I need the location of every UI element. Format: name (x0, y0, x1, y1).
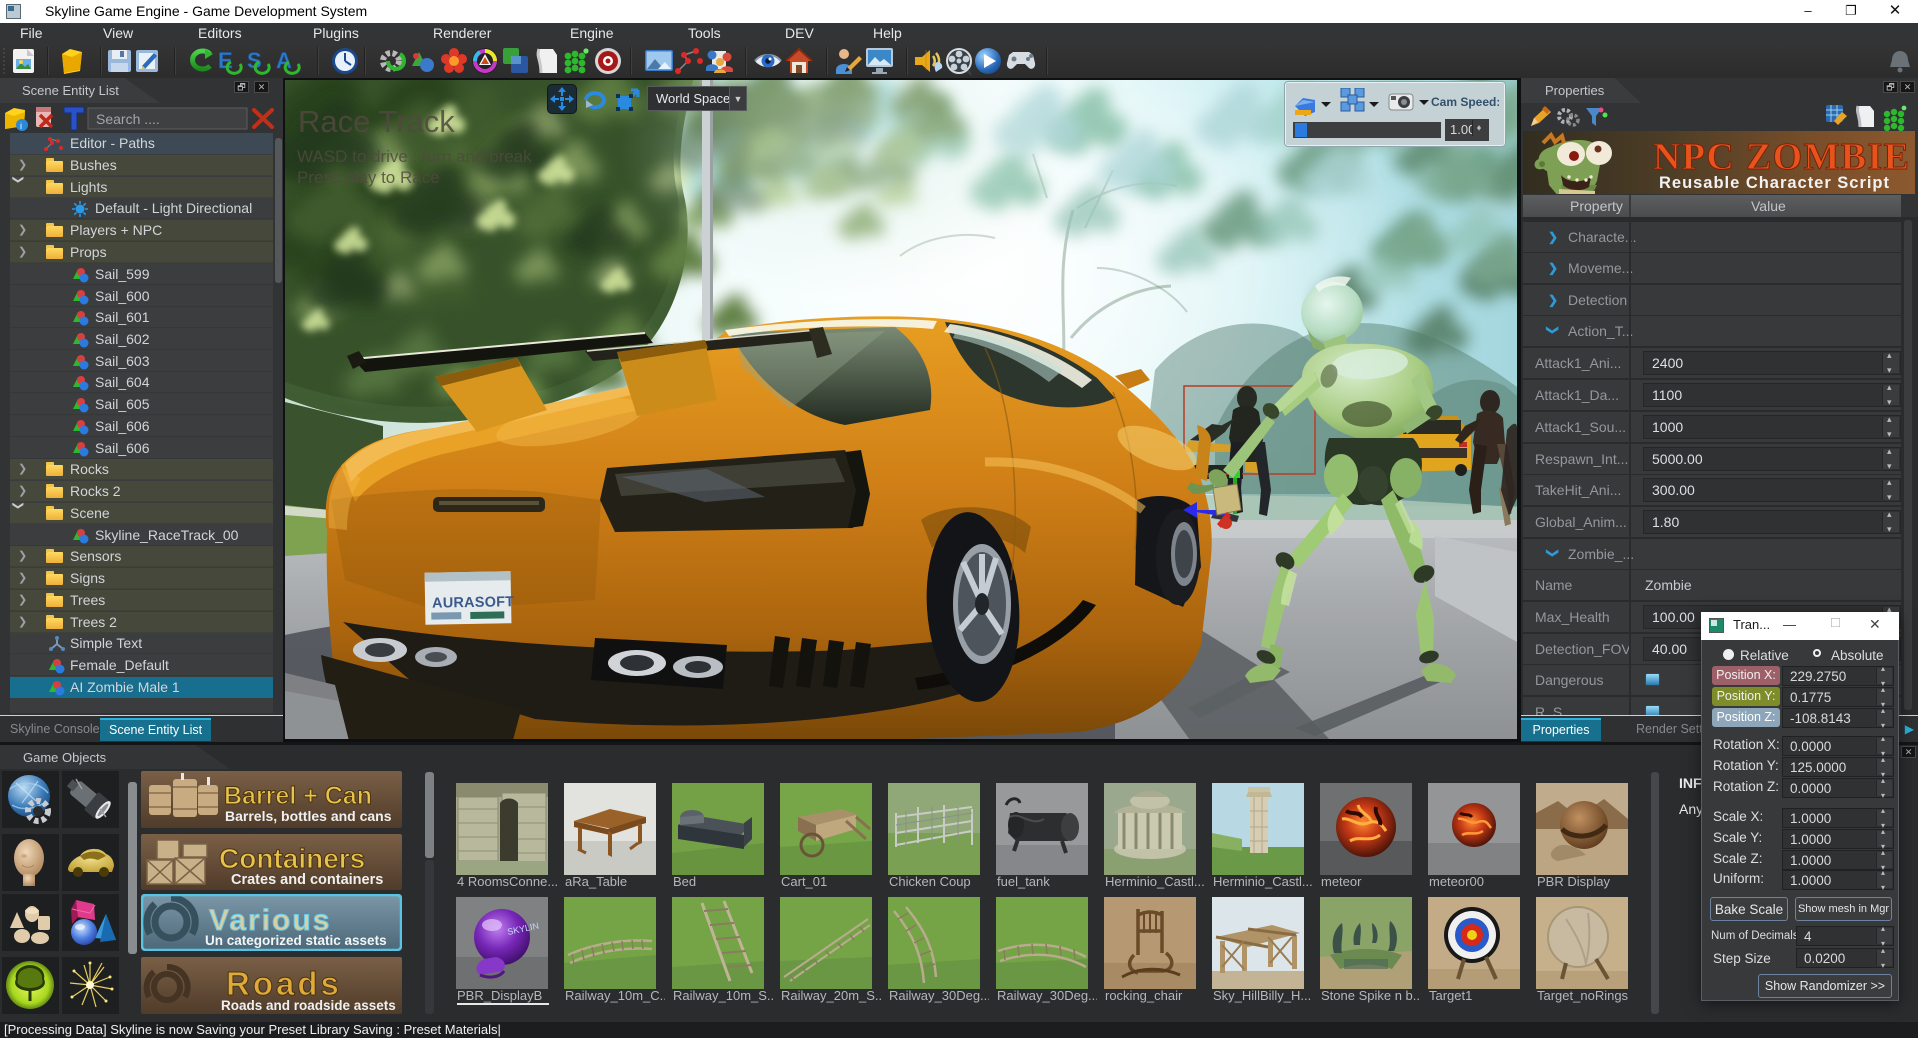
svg-text:Crates and containers: Crates and containers (231, 872, 383, 888)
svg-text:i: i (20, 121, 22, 131)
svg-text:Barrels, bottles and cans: Barrels, bottles and cans (225, 808, 392, 824)
svg-text:Un categorized static assets: Un categorized static assets (205, 933, 387, 948)
svg-text:Roads: Roads (226, 965, 342, 1002)
svg-text:Reusable Character Script: Reusable Character Script (1659, 174, 1890, 192)
svg-text:E: E (218, 48, 233, 73)
svg-text:Search ....: Search .... (96, 111, 160, 127)
svg-text:AURASOFT: AURASOFT (432, 594, 514, 611)
svg-text:Containers: Containers (219, 843, 365, 874)
svg-text:NPC ZOMBIE: NPC ZOMBIE (1653, 136, 1909, 178)
svg-text:Roads and roadside assets: Roads and roadside assets (221, 998, 396, 1013)
svg-text:Barrel + Can: Barrel + Can (224, 782, 372, 810)
svg-text:Cam Speed:: Cam Speed: (1431, 95, 1499, 109)
